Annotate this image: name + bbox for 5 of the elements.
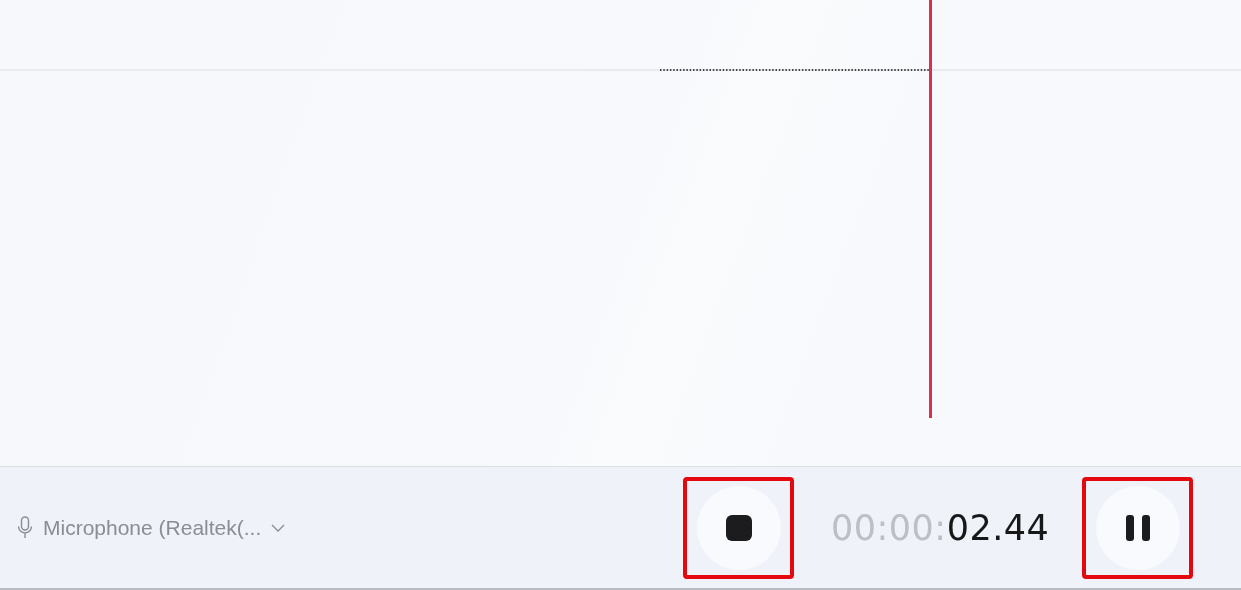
chevron-down-icon bbox=[271, 523, 286, 532]
microphone-icon bbox=[17, 515, 33, 540]
pause-icon bbox=[1124, 513, 1151, 542]
microphone-dropdown[interactable]: Microphone (Realtek(... bbox=[43, 515, 286, 540]
stop-icon bbox=[724, 513, 753, 542]
